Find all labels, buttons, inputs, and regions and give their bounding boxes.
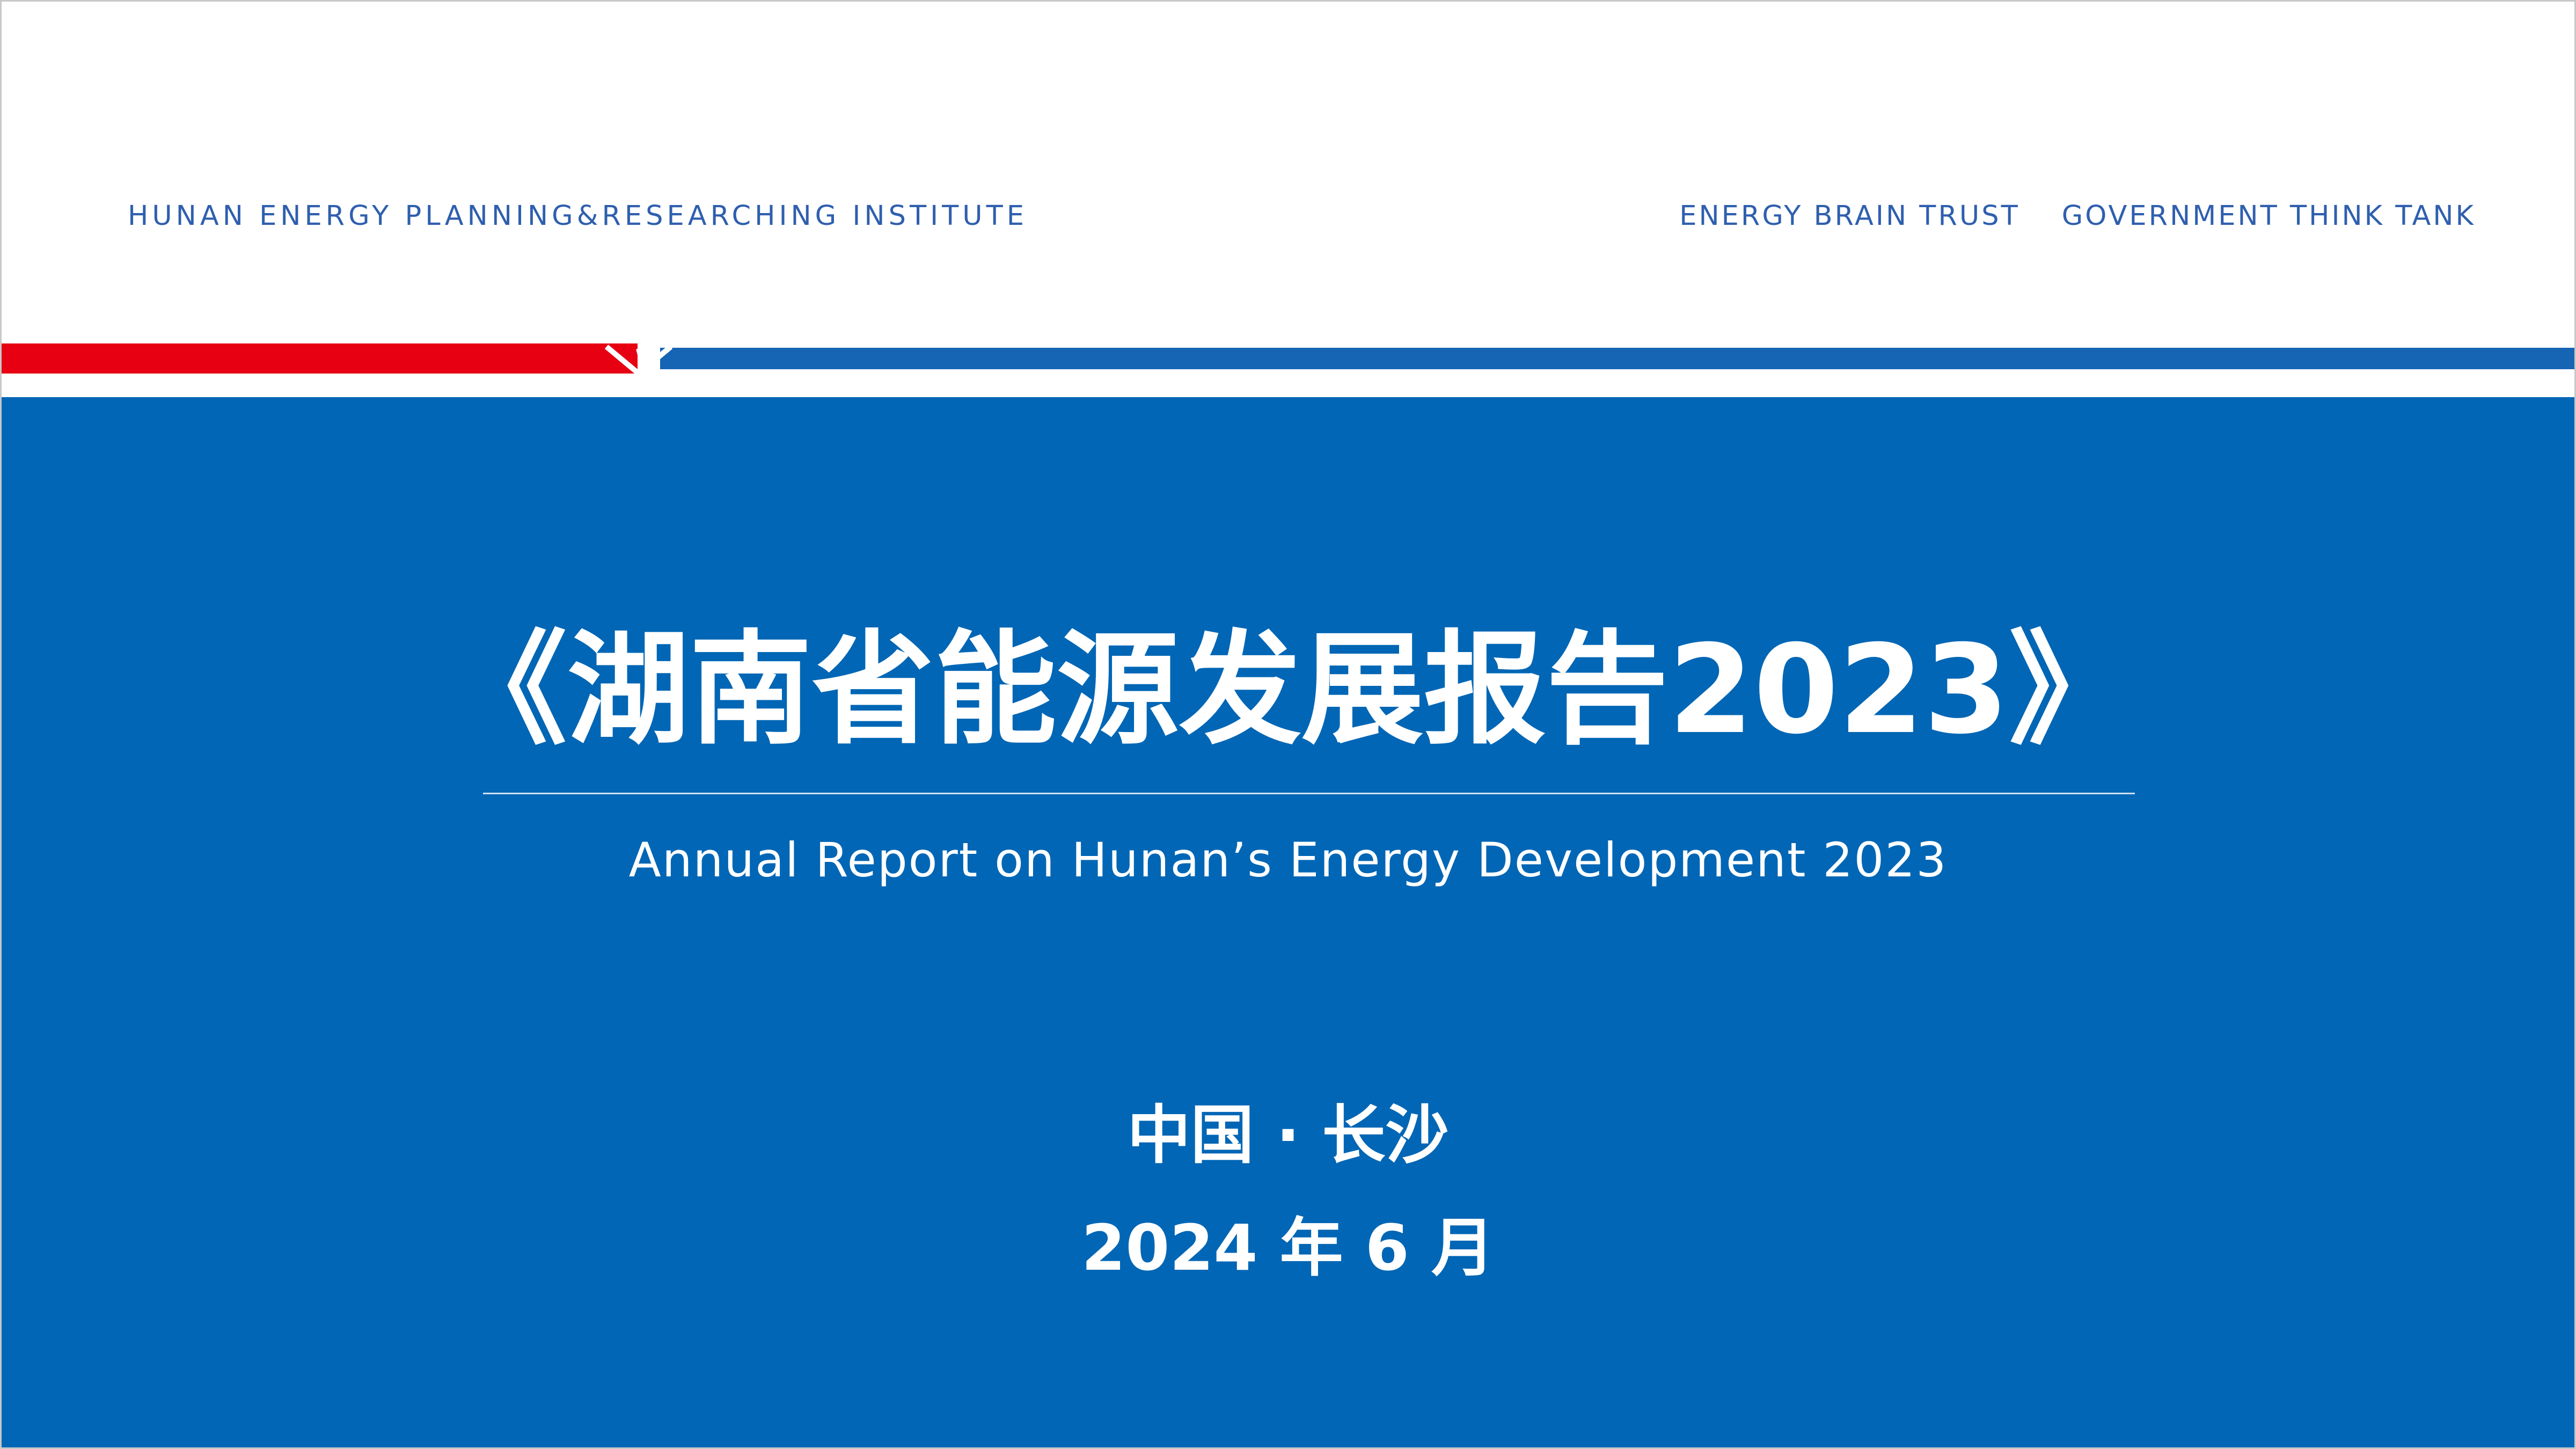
cover-main-panel — [0, 397, 2576, 1449]
title-divider — [483, 793, 2135, 794]
header-tags: ENERGY BRAIN TRUST GOVERNMENT THINK TANK — [1679, 200, 2476, 232]
header-stripes — [0, 343, 2576, 397]
publication-date: 2024 年 6 月 — [1081, 1211, 1495, 1285]
tag-energy-brain-trust: ENERGY BRAIN TRUST — [1679, 200, 2020, 232]
cover-header: HUNAN ENERGY PLANNING&RESEARCHING INSTIT… — [0, 0, 2576, 346]
tag-government-think-tank: GOVERNMENT THINK TANK — [2061, 200, 2476, 232]
report-title-en: Annual Report on Hunan’s Energy Developm… — [628, 832, 1948, 888]
blue-stripe — [660, 348, 2576, 369]
thin-white-gap — [0, 374, 2576, 397]
red-stripe — [0, 343, 638, 374]
location-text: 中国 · 长沙 — [1127, 1098, 1449, 1172]
report-title-cn: 《湖南省能源发展报告2023》 — [444, 618, 2132, 761]
institute-name: HUNAN ENERGY PLANNING&RESEARCHING INSTIT… — [128, 200, 1028, 232]
